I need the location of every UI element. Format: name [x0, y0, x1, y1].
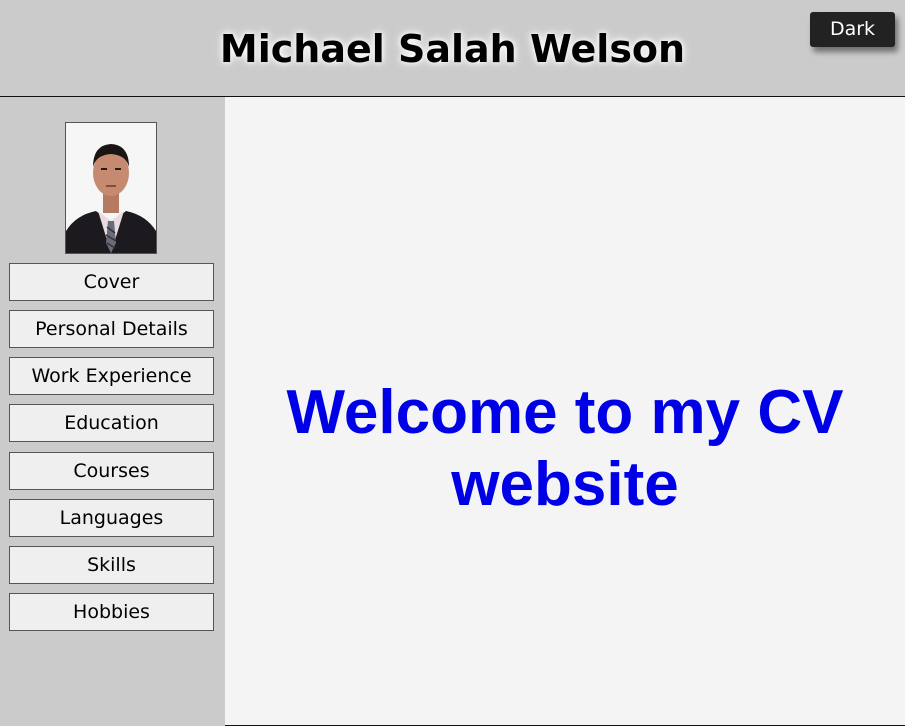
dark-mode-toggle-button[interactable]: Dark	[810, 12, 895, 47]
nav-button-work-experience[interactable]: Work Experience	[9, 357, 214, 395]
welcome-line-2: website	[451, 450, 679, 519]
site-title: Michael Salah Welson	[219, 27, 686, 71]
nav-button-education[interactable]: Education	[9, 404, 214, 442]
nav-button-personal-details[interactable]: Personal Details	[9, 310, 214, 348]
nav-button-languages[interactable]: Languages	[9, 499, 214, 537]
nav-button-skills[interactable]: Skills	[9, 546, 214, 584]
main-content: Welcome to my CV website	[225, 97, 905, 726]
welcome-heading: Welcome to my CV website	[225, 377, 905, 521]
profile-photo	[65, 122, 157, 254]
header: Michael Salah Welson Dark	[0, 0, 905, 97]
nav-button-cover[interactable]: Cover	[9, 263, 214, 301]
profile-photo-image	[66, 123, 156, 253]
nav-button-courses[interactable]: Courses	[9, 452, 214, 490]
sidebar: Cover Personal Details Work Experience E…	[0, 97, 225, 726]
welcome-line-1: Welcome to my CV	[286, 378, 844, 447]
nav-button-hobbies[interactable]: Hobbies	[9, 593, 214, 631]
